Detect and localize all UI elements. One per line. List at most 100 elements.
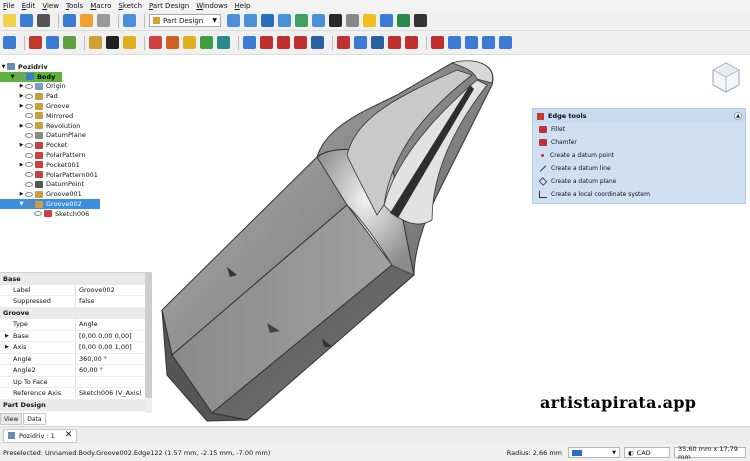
visibility-icon[interactable] [25,132,33,138]
toolbar-button[interactable] [123,36,136,49]
toolbar-button[interactable] [166,36,179,49]
toolbar-button[interactable] [227,14,240,27]
chevron-right-icon[interactable]: ▶ [5,344,9,350]
toolbar-button[interactable] [46,36,59,49]
toolbar-button[interactable] [294,36,307,49]
tree-item-datumpoint[interactable]: DatumPoint [0,180,152,190]
menu-item-edit[interactable]: Edit [22,2,36,10]
close-icon[interactable]: ✕ [65,431,73,440]
chevron-right-icon[interactable]: ▶ [5,333,9,339]
visibility-icon[interactable] [25,201,33,207]
tree-item-revolution[interactable]: ▶ Revolution [0,121,152,131]
chevron-down-icon[interactable]: ▼ [18,201,25,207]
toolbar-button[interactable] [311,36,324,49]
tree-item-polarpattern001[interactable]: PolarPattern001 [0,170,152,180]
toolbar-button[interactable] [337,36,350,49]
toolbar-button[interactable] [499,36,512,49]
toolbar-button[interactable] [354,36,367,49]
toolbar-button[interactable] [80,14,93,27]
chevron-down-icon[interactable]: ▼ [0,64,7,70]
tree-item-pocket[interactable]: ▶ Pocket [0,140,152,150]
visibility-icon[interactable] [25,83,33,89]
collapse-icon[interactable]: ▲ [734,112,742,120]
edge-tool-chamfer[interactable]: Chamfer [533,136,745,149]
toolbar-button[interactable] [312,14,325,27]
toolbar-button[interactable] [388,36,401,49]
property-row[interactable]: Type Angle [0,319,152,331]
tree-item-groove001[interactable]: ▶ Groove001 [0,189,152,199]
toolbar-button[interactable] [346,14,359,27]
visibility-icon[interactable] [16,74,24,80]
visibility-icon[interactable] [25,123,33,129]
toolbar-button[interactable] [63,36,76,49]
toolbar-button[interactable] [63,14,76,27]
toolbar-button[interactable] [217,36,230,49]
visibility-icon[interactable] [25,103,33,109]
toolbar-button[interactable] [448,36,461,49]
visibility-icon[interactable] [25,181,33,187]
chevron-down-icon[interactable]: ▼ [9,74,16,80]
edge-tool-fillet[interactable]: Fillet [533,123,745,136]
tree-item-polarpattern[interactable]: PolarPattern [0,150,152,160]
document-tab[interactable]: Pozidriv : 1 ✕ [3,428,78,443]
chevron-right-icon[interactable]: ▶ [18,83,25,89]
navigation-style-selector[interactable]: ▼ [568,447,620,458]
chevron-right-icon[interactable]: ▶ [18,103,25,109]
tree-item-origin[interactable]: ▶ Origin [0,82,152,92]
tree-item-pad[interactable]: ▶ Pad [0,91,152,101]
toolbar-button[interactable] [277,36,290,49]
edge-tool-create-a-local-coordinate-system[interactable]: Create a local coordinate system [533,188,745,201]
property-scrollbar[interactable] [145,273,152,413]
tree-item-groove[interactable]: ▶ Groove [0,101,152,111]
property-value[interactable]: false [76,297,94,305]
menu-item-part-design[interactable]: Part Design [149,2,189,10]
toolbar-button[interactable] [20,14,33,27]
toolbar-button[interactable] [37,14,50,27]
chevron-right-icon[interactable]: ▶ [18,142,25,148]
toolbar-button[interactable] [200,36,213,49]
tree-item-pocket001[interactable]: ▶ Pocket001 [0,160,152,170]
tree-item-sketch006[interactable]: Sketch006 [0,209,152,219]
property-row[interactable]: Up To Face [0,376,152,388]
edge-tool-create-a-datum-plane[interactable]: Create a datum plane [533,175,745,188]
toolbar-button[interactable] [243,36,256,49]
toolbar-button[interactable] [106,36,119,49]
property-row[interactable]: Suppressed false [0,296,152,308]
toolbar-button[interactable] [465,36,478,49]
visibility-icon[interactable] [25,93,33,99]
menu-item-file[interactable]: File [3,2,15,10]
property-row[interactable]: Label Groove002 [0,284,152,296]
tree-item-groove002[interactable]: ▼ Groove002 [0,199,100,209]
toolbar-button[interactable] [405,36,418,49]
visibility-icon[interactable] [25,142,33,148]
chevron-right-icon[interactable]: ▶ [18,162,25,168]
property-row[interactable]: ▶ Base [0,00 0,00 0,00] [0,330,152,342]
toolbar-button[interactable] [482,36,495,49]
menu-item-sketch[interactable]: Sketch [118,2,142,10]
tree-root[interactable]: ▼ Pozidriv [0,62,152,72]
toolbar-button[interactable] [363,14,376,27]
chevron-right-icon[interactable]: ▶ [18,123,25,129]
chevron-right-icon[interactable]: ▶ [18,93,25,99]
property-value[interactable]: [0,00 0,00 0,00] [76,332,132,340]
property-row[interactable]: ▶ Axis [0,00 0,00 1,00] [0,342,152,354]
property-value[interactable]: Sketch006 (V_Axis) [76,389,142,397]
menu-item-help[interactable]: Help [235,2,251,10]
property-value[interactable]: Angle [76,320,98,328]
visibility-icon[interactable] [25,162,33,168]
toolbar-button[interactable] [397,14,410,27]
property-row[interactable]: Angle2 60,00 ° [0,365,152,377]
toolbar-button[interactable] [149,36,162,49]
menu-item-view[interactable]: View [42,2,59,10]
cad-navigation-button[interactable]: ◐ CAD [624,447,670,458]
toolbar-button[interactable] [29,36,42,49]
visibility-icon[interactable] [25,191,33,197]
visibility-icon[interactable] [25,152,33,158]
toolbar-button[interactable] [371,36,384,49]
tree-item-mirrored[interactable]: Mirrored [0,111,152,121]
menu-item-windows[interactable]: Windows [196,2,227,10]
toolbar-button[interactable] [3,14,16,27]
property-value[interactable]: 60,00 ° [76,366,103,374]
tab-view[interactable]: View [0,413,23,425]
tree-item-body[interactable]: ▼ Body [0,71,62,82]
